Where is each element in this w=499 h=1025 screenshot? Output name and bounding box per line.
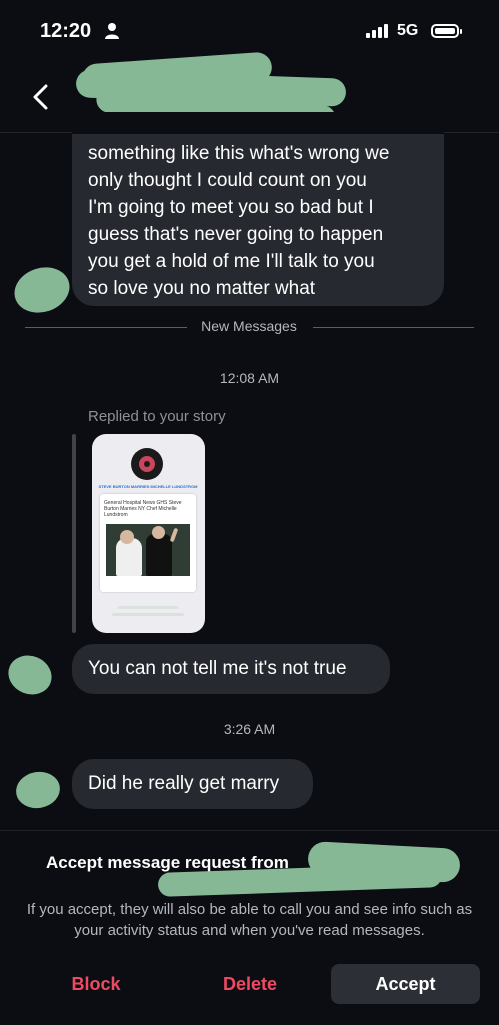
- story-headline: General Hospital News GHS Steve Burton M…: [104, 500, 182, 518]
- accept-request-description: If you accept, they will also be able to…: [26, 901, 473, 939]
- network-type: 5G: [397, 22, 419, 39]
- reply-quote-bar: [72, 434, 76, 633]
- new-messages-label: New Messages: [201, 318, 297, 334]
- story-photo: [106, 524, 190, 576]
- message-line: guess that's never going to happen: [88, 224, 384, 245]
- message-line: so love you no matter what: [88, 278, 316, 299]
- redacted-avatar: [13, 768, 63, 812]
- timestamp: 3:26 AM: [223, 721, 276, 737]
- message-bubble[interactable]: Did he really get marry: [72, 759, 313, 809]
- message-line: you get a hold of me I'll talk to you: [88, 251, 375, 272]
- block-button[interactable]: Block: [26, 964, 166, 1004]
- message-bubble[interactable]: something like this what's wrong we only…: [72, 112, 444, 306]
- timestamp: 12:08 AM: [219, 370, 280, 386]
- back-icon[interactable]: [30, 84, 54, 110]
- story-article-card: General Hospital News GHS Steve Burton M…: [100, 494, 196, 592]
- redacted-avatar: [2, 649, 58, 701]
- message-text: Did he really get marry: [88, 773, 280, 794]
- message-text: You can not tell me it's not true: [88, 658, 347, 679]
- delete-button[interactable]: Delete: [180, 964, 320, 1004]
- story-avatar: [131, 448, 163, 480]
- signal-icon: [366, 24, 388, 38]
- message-line: I'm going to meet you so bad but I: [88, 197, 374, 218]
- battery-icon: [431, 24, 462, 38]
- story-preview[interactable]: STEVE BURTON MARRIES MICHELLE LUNDSTROM …: [92, 434, 205, 633]
- redacted-avatar: [8, 260, 76, 320]
- message-bubble[interactable]: You can not tell me it's not true: [72, 644, 390, 694]
- person-icon: [105, 23, 119, 39]
- message-line: only thought I could count on you: [88, 170, 367, 191]
- message-line: something like this what's wrong we: [88, 143, 390, 164]
- story-header-text: STEVE BURTON MARRIES MICHELLE LUNDSTROM: [98, 484, 198, 489]
- accept-button[interactable]: Accept: [331, 964, 480, 1004]
- replied-to-story-label: Replied to your story: [88, 408, 226, 425]
- status-time: 12:20: [40, 20, 92, 42]
